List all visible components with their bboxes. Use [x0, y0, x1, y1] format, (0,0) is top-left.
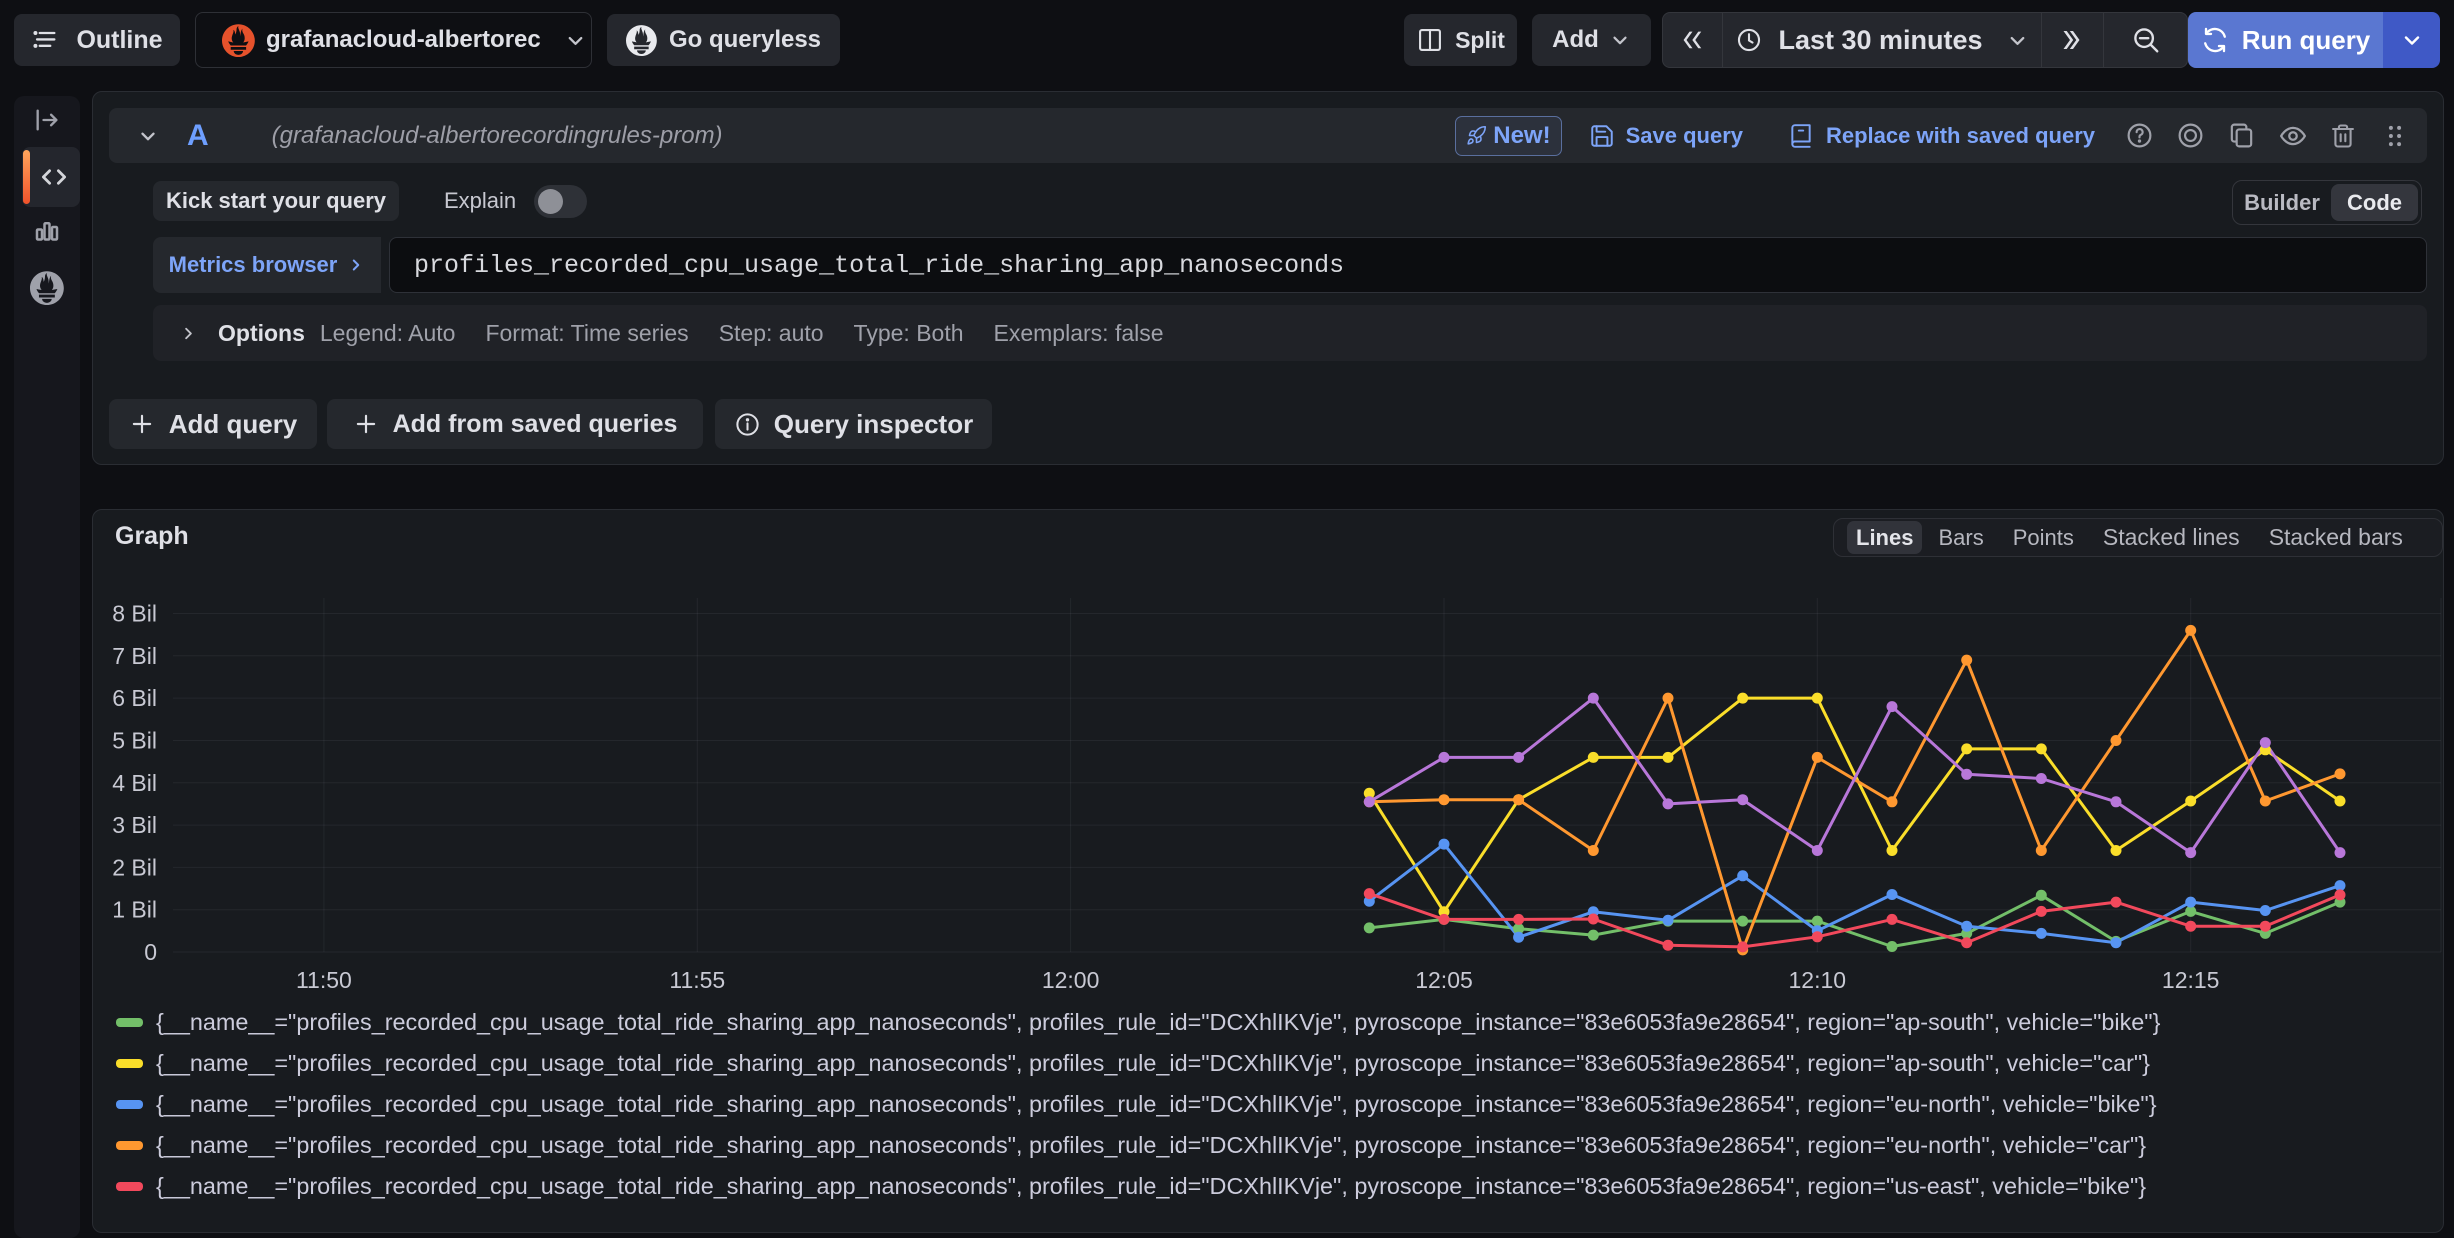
svg-text:0: 0 [144, 939, 157, 965]
svg-text:4 Bil: 4 Bil [112, 770, 157, 796]
svg-text:2 Bil: 2 Bil [112, 854, 157, 880]
svg-text:8 Bil: 8 Bil [112, 601, 157, 627]
svg-text:12:00: 12:00 [1042, 967, 1100, 993]
svg-text:12:15: 12:15 [2162, 967, 2220, 993]
svg-text:5 Bil: 5 Bil [112, 728, 157, 754]
svg-text:6 Bil: 6 Bil [112, 685, 157, 711]
svg-text:11:55: 11:55 [669, 967, 725, 993]
svg-text:3 Bil: 3 Bil [112, 812, 157, 838]
svg-text:7 Bil: 7 Bil [112, 643, 157, 669]
svg-text:12:05: 12:05 [1415, 967, 1473, 993]
svg-text:11:50: 11:50 [296, 967, 352, 993]
svg-text:12:10: 12:10 [1789, 967, 1847, 993]
svg-text:1 Bil: 1 Bil [112, 897, 157, 923]
